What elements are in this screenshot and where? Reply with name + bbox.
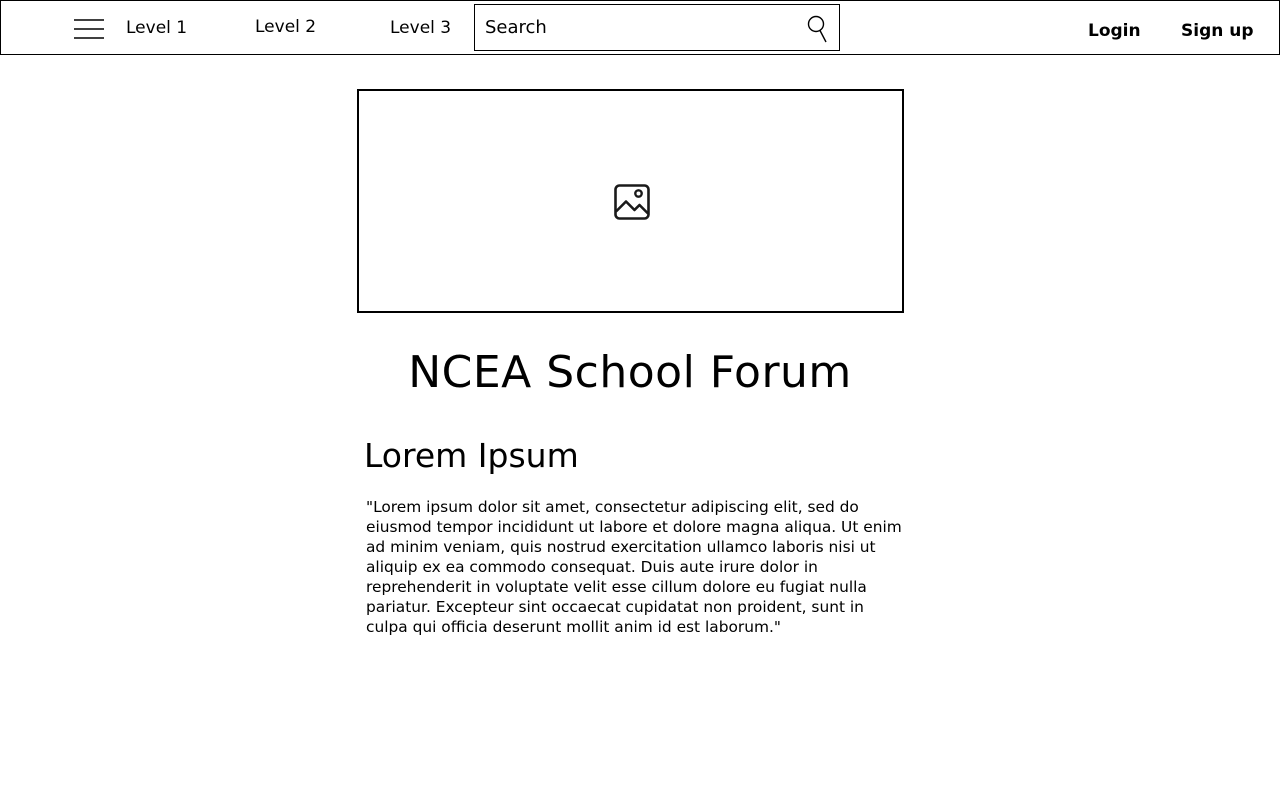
hamburger-menu-icon[interactable] xyxy=(73,17,105,41)
top-navigation-bar: Level 1 Level 2 Level 3 Login Sign up xyxy=(0,0,1280,55)
login-button[interactable]: Login xyxy=(1088,20,1141,42)
hero-image-placeholder xyxy=(357,89,904,313)
page-title: NCEA School Forum xyxy=(408,347,852,398)
body-paragraph: "Lorem ipsum dolor sit amet, consectetur… xyxy=(366,498,902,636)
nav-link-level-2[interactable]: Level 2 xyxy=(255,16,316,38)
search-input[interactable] xyxy=(485,13,795,41)
sign-up-button[interactable]: Sign up xyxy=(1181,20,1254,42)
section-heading: Lorem Ipsum xyxy=(364,436,579,475)
nav-link-level-1[interactable]: Level 1 xyxy=(126,17,187,39)
nav-link-level-3[interactable]: Level 3 xyxy=(390,17,451,39)
search-icon[interactable] xyxy=(807,15,829,43)
search-box[interactable] xyxy=(474,4,840,51)
image-icon xyxy=(614,184,650,220)
